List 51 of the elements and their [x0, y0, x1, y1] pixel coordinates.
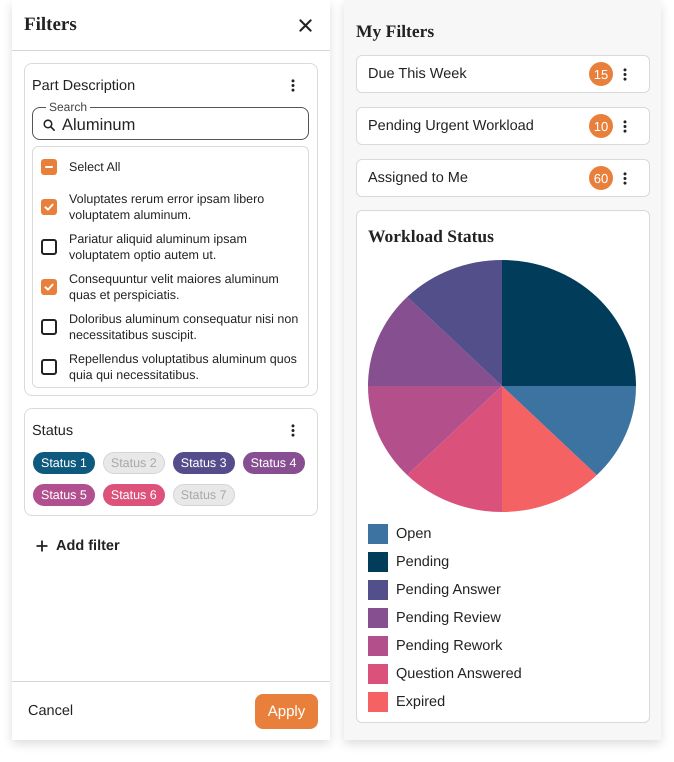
checkbox[interactable]	[41, 159, 57, 175]
legend-label: Pending Rework	[396, 638, 502, 654]
plus-icon[interactable]	[36, 540, 48, 552]
count-badge: 10	[589, 114, 613, 138]
legend-label: Open	[396, 526, 432, 542]
count-badge: 15	[589, 62, 613, 86]
status-chip[interactable]: Status 5	[33, 484, 95, 506]
count-badge: 60	[589, 166, 613, 190]
more-icon[interactable]	[291, 424, 295, 437]
checkbox[interactable]	[41, 279, 57, 295]
cancel-button[interactable]: Cancel	[28, 703, 74, 719]
more-icon[interactable]	[623, 68, 627, 80]
add-filter-link[interactable]: Add filter	[56, 538, 120, 554]
checkbox[interactable]	[41, 239, 57, 255]
saved-filter-card[interactable]: Pending Urgent Workload 10	[356, 107, 650, 145]
check-icon	[43, 281, 55, 293]
legend-label: Pending Review	[396, 610, 501, 626]
option-label[interactable]: Pariatur aliquid aluminum ipsam voluptatem optio autem ut.	[69, 231, 305, 263]
panel-title: My Filters	[356, 20, 436, 43]
legend-label: Pending Answer	[396, 582, 501, 598]
checkbox[interactable]	[41, 199, 57, 215]
search-icon	[43, 119, 55, 131]
checkbox[interactable]	[41, 319, 57, 335]
status-chip[interactable]: Status 3	[172, 452, 235, 474]
checkbox[interactable]	[41, 359, 57, 375]
status-chip[interactable]: Status 1	[33, 452, 95, 474]
option-label[interactable]: Consequuntur velit maiores aluminum quas et perspiciatis.	[69, 271, 305, 303]
option-label[interactable]: Repellendus voluptatibus aluminum quos quia qui necessitatibus.	[69, 351, 305, 383]
filter-name: Due This Week	[368, 66, 468, 82]
saved-filter-card[interactable]: Assigned to Me 60	[356, 159, 650, 197]
filter-title: Part Description	[32, 78, 136, 94]
check-icon	[43, 201, 55, 213]
filter-name: Pending Urgent Workload	[368, 118, 535, 134]
filter-title: Status	[32, 422, 74, 438]
more-icon[interactable]	[623, 120, 627, 132]
legend-label: Pending	[396, 554, 450, 570]
chart-title: Workload Status	[368, 225, 495, 247]
panel-title: Filters	[24, 14, 77, 36]
filter-name: Assigned to Me	[368, 170, 469, 186]
legend-label: Expired	[396, 694, 446, 710]
legend-label: Question Answered	[396, 666, 522, 682]
saved-filter-card[interactable]: Due This Week 15	[356, 55, 650, 93]
status-chip[interactable]: Status 6	[102, 484, 165, 506]
more-icon[interactable]	[291, 79, 295, 92]
option-label[interactable]: Doloribus aluminum consequatur nisi non necessitatibus suscipit.	[69, 311, 305, 343]
search-field[interactable]: Search Aluminum	[32, 101, 309, 140]
more-icon[interactable]	[623, 172, 627, 184]
close-icon[interactable]	[299, 18, 312, 32]
option-label[interactable]: Voluptates rerum error ipsam libero voluptatem aluminum.	[69, 191, 305, 223]
status-chip[interactable]: Status 4	[242, 452, 304, 474]
option-label[interactable]: Select All	[69, 159, 305, 175]
